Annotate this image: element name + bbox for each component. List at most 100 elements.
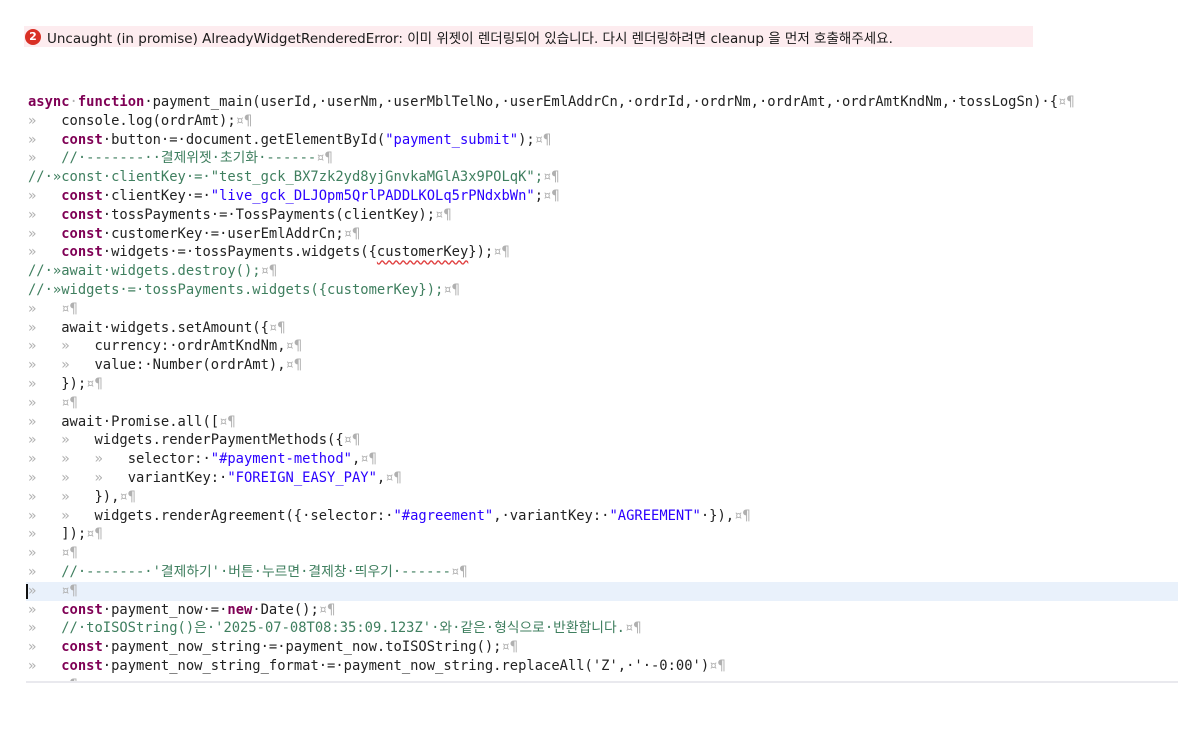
whitespace-marker: ¤¶ [709, 657, 726, 674]
code-line[interactable]: » const·clientKey·=·"live_gck_DLJOpm5Qrl… [26, 187, 1178, 206]
code-token: variantKey:· [127, 469, 228, 486]
code-token: "#agreement" [393, 507, 494, 524]
whitespace-marker: » [28, 150, 62, 167]
code-token: console.log(ordrAmt); [61, 112, 236, 129]
code-line[interactable]: //·»widgets·=·tossPayments.widgets({cust… [26, 281, 1178, 300]
whitespace-marker: ¤¶ [534, 131, 552, 148]
whitespace-marker: ¤¶ [285, 357, 303, 374]
code-line[interactable]: » const·payment_now_string·=·payment_now… [26, 638, 1178, 657]
code-token: value:·Number(ordrAmt), [94, 357, 286, 374]
code-line[interactable]: » const·payment_now·=·new·Date();¤¶ [26, 601, 1178, 620]
whitespace-marker: » » » [28, 469, 128, 486]
whitespace-marker: ¤¶ [285, 338, 303, 355]
code-token: //·toISOString()은·'2025-07-08T08:35:09.1… [61, 620, 625, 637]
code-line[interactable]: » ¤¶ [26, 581, 1178, 601]
code-line[interactable]: » const·button·=·document.getElementById… [26, 131, 1178, 150]
code-token: await·widgets.setAmount({ [61, 319, 269, 336]
whitespace-marker: » [28, 620, 62, 637]
whitespace-marker: ¤¶ [1058, 94, 1075, 110]
code-line[interactable]: » await·widgets.setAmount({¤¶ [26, 319, 1178, 338]
code-line[interactable]: » await·Promise.all([¤¶ [26, 413, 1178, 432]
code-line[interactable]: » ¤¶ [26, 544, 1178, 563]
error-count-icon[interactable]: 2 [25, 28, 41, 45]
whitespace-marker: » ¤¶ [28, 545, 78, 562]
code-line[interactable]: //·»await·widgets.destroy();¤¶ [26, 262, 1178, 281]
code-token: //·-------·'결제하기'·버튼·누르면·결제창·띄우기·------ [61, 563, 451, 580]
code-line[interactable]: async·function·payment_main(userId,·user… [26, 93, 1178, 112]
whitespace-marker: ¤¶ [360, 451, 377, 468]
code-token: "live_gck_DLJOpm5QrlPADDLKOLq5rPNdxbWn" [210, 187, 535, 204]
whitespace-marker: » » » [28, 451, 128, 468]
code-token: "FOREIGN_EASY_PAY" [227, 469, 377, 486]
whitespace-marker: ¤¶ [734, 507, 751, 524]
code-token: ·button·=·document.getElementById( [102, 131, 386, 148]
code-token: ·payment_now_string·=·payment_now.toISOS… [102, 639, 502, 656]
whitespace-marker: ¤¶ [493, 244, 510, 261]
whitespace-marker: » » [28, 432, 95, 449]
whitespace-marker: ¤¶ [86, 526, 103, 543]
code-token: customerKey [376, 244, 469, 261]
whitespace-marker: » [28, 225, 62, 242]
code-token: //·-------··결제위젯·초기화·------ [61, 150, 317, 167]
whitespace-marker: ¤¶ [318, 601, 336, 618]
code-line[interactable]: » ¤¶ [26, 300, 1178, 319]
code-line[interactable]: » const·customerKey·=·userEmlAddrCn;¤¶ [26, 225, 1178, 244]
code-token: const [61, 244, 103, 261]
code-token: ·payment_now·=· [102, 601, 228, 618]
whitespace-marker: » [28, 413, 62, 430]
code-token: const [61, 187, 103, 204]
code-line[interactable]: » » value:·Number(ordrAmt),¤¶ [26, 356, 1178, 375]
whitespace-marker: ¤¶ [343, 225, 361, 242]
whitespace-marker: ¤¶ [451, 563, 468, 580]
code-line[interactable]: » //·-------·'결제하기'·버튼·누르면·결제창·띄우기·-----… [26, 563, 1178, 582]
code-line[interactable]: » const·payment_now_string_format·=·paym… [26, 657, 1178, 676]
code-line[interactable]: » » » variantKey:·"FOREIGN_EASY_PAY",¤¶ [26, 469, 1178, 488]
code-token: ·clientKey·=· [102, 187, 211, 204]
code-line[interactable]: » ]);¤¶ [26, 525, 1178, 544]
whitespace-marker: ¤¶ [343, 432, 361, 449]
code-line[interactable]: » //·toISOString()은·'2025-07-08T08:35:09… [26, 619, 1178, 638]
code-token: widgets.renderPaymentMethods({ [94, 432, 344, 449]
error-banner: 2 Uncaught (in promise) AlreadyWidgetRen… [24, 26, 1033, 47]
code-token: ·payment_main(userId,·userNm,·userMblTel… [144, 94, 1059, 110]
code-token: await·Promise.all([ [61, 413, 220, 430]
code-line[interactable]: » » widgets.renderPaymentMethods({¤¶ [26, 431, 1178, 450]
whitespace-marker: ¤¶ [86, 375, 103, 392]
code-line[interactable]: » ¤¶ [26, 394, 1178, 413]
whitespace-marker: » [28, 244, 62, 261]
code-token: const [61, 225, 103, 242]
code-editor[interactable]: async·function·payment_main(userId,·user… [26, 93, 1178, 683]
code-line[interactable]: » //·-------··결제위젯·초기화·------¤¶ [26, 149, 1178, 168]
whitespace-marker: ¤¶ [543, 187, 560, 204]
code-token: const [61, 131, 103, 148]
whitespace-marker: ¤¶ [268, 319, 286, 336]
whitespace-marker: ¤¶ [385, 469, 402, 486]
whitespace-marker: » » [28, 338, 95, 355]
code-token: ·customerKey·=·userEmlAddrCn; [102, 225, 344, 242]
whitespace-marker: ¤¶ [624, 620, 642, 637]
code-line[interactable]: » console.log(ordrAmt);¤¶ [26, 112, 1178, 131]
code-token: }), [94, 488, 120, 505]
code-token: widgets.renderAgreement({·selector:· [94, 507, 394, 524]
code-line[interactable]: » » currency:·ordrAmtKndNm,¤¶ [26, 337, 1178, 356]
code-line[interactable]: » ¤¶ [26, 676, 1178, 681]
code-line[interactable]: » });¤¶ [26, 375, 1178, 394]
code-token: ·payment_now_string_format·=·payment_now… [102, 657, 710, 674]
code-token: //·»const·clientKey·=·"test_gck_BX7zk2yd… [28, 169, 543, 186]
code-line[interactable]: //·»const·clientKey·=·"test_gck_BX7zk2yd… [26, 168, 1178, 187]
whitespace-marker: » [28, 526, 62, 543]
code-token: }); [61, 375, 87, 392]
code-token: "AGREEMENT" [609, 507, 701, 524]
code-token: const [61, 657, 103, 674]
whitespace-marker: » [28, 601, 62, 618]
whitespace-marker: » » [28, 488, 95, 505]
code-token: const [61, 206, 103, 223]
code-token: ·Date(); [252, 601, 319, 618]
code-line[interactable]: » » }),¤¶ [26, 488, 1178, 507]
code-line[interactable]: » » » selector:·"#payment-method",¤¶ [26, 450, 1178, 469]
code-line[interactable]: » » widgets.renderAgreement({·selector:·… [26, 507, 1178, 526]
code-token: //·»await·widgets.destroy(); [28, 263, 261, 280]
code-token: function [77, 94, 145, 110]
code-line[interactable]: » const·tossPayments·=·TossPayments(clie… [26, 206, 1178, 225]
code-line[interactable]: » const·widgets·=·tossPayments.widgets({… [26, 243, 1178, 262]
